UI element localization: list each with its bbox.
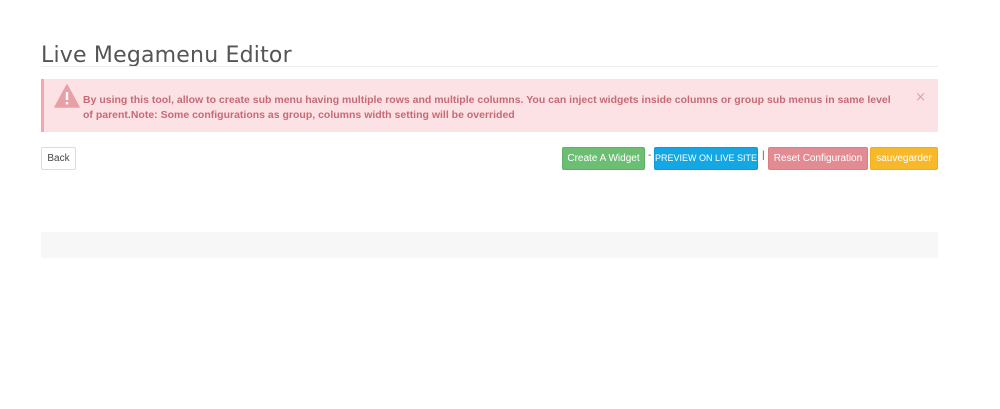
megamenu-editor-area	[41, 232, 938, 258]
info-alert: By using this tool, allow to create sub …	[41, 79, 938, 132]
toolbar-separator-bar: |	[762, 150, 765, 161]
reset-configuration-button[interactable]: Reset Configuration	[768, 147, 868, 170]
alert-message: By using this tool, allow to create sub …	[83, 94, 891, 121]
close-icon[interactable]: ×	[915, 90, 926, 105]
page-title: Live Megamenu Editor	[41, 42, 292, 68]
warning-triangle-icon	[54, 84, 80, 108]
save-button[interactable]: sauvegarder	[870, 147, 938, 170]
toolbar-separator-dash: -	[648, 150, 652, 161]
preview-live-site-button[interactable]: PREVIEW ON LIVE SITE	[654, 147, 758, 170]
back-button[interactable]: Back	[41, 147, 76, 170]
create-widget-button[interactable]: Create A Widget	[562, 147, 645, 170]
title-divider	[41, 66, 938, 67]
